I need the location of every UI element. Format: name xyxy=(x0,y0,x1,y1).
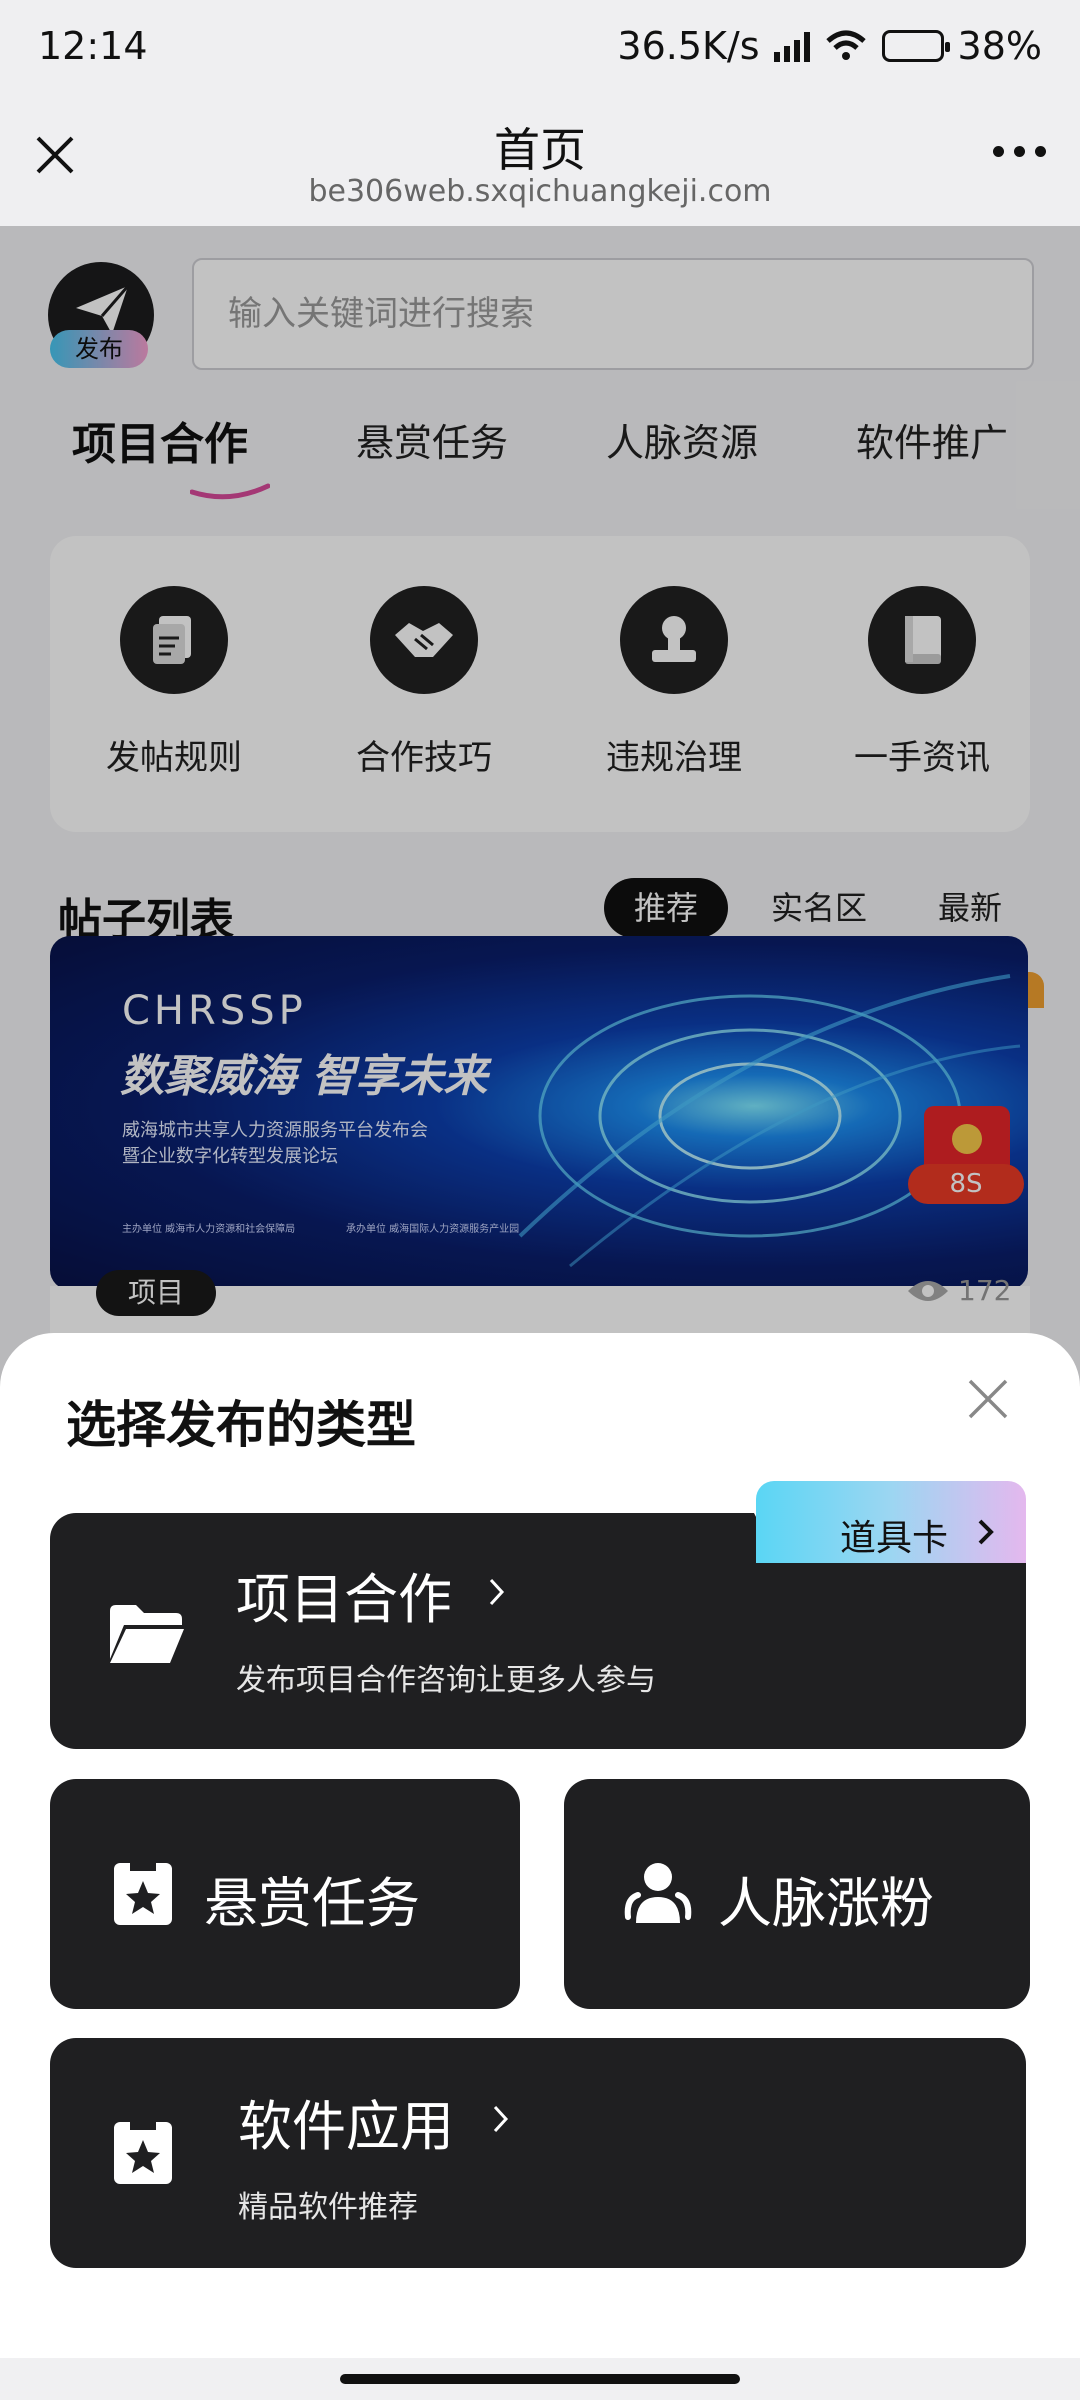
software-option-desc: 精品软件推荐 xyxy=(238,2190,418,2225)
reward-option-title: 悬赏任务 xyxy=(204,1872,420,1935)
star-card-icon xyxy=(114,2120,172,2184)
reward-task-option[interactable]: 悬赏任务 xyxy=(50,1779,520,2009)
network-option-title: 人脉涨粉 xyxy=(718,1872,934,1935)
page-title: 首页 xyxy=(494,123,586,177)
home-indicator[interactable] xyxy=(340,2374,740,2384)
sheet-title: 选择发布的类型 xyxy=(66,1396,416,1454)
software-option-title: 软件应用 xyxy=(238,2095,454,2158)
close-icon[interactable] xyxy=(964,1375,1012,1423)
signal-icon xyxy=(773,30,810,62)
status-indicators: 36.5K/s 38% xyxy=(617,24,1042,68)
network-speed: 36.5K/s xyxy=(617,24,760,68)
battery-percent: 38% xyxy=(957,24,1042,68)
status-bar: 12:14 36.5K/s 38% xyxy=(0,0,1080,92)
chevron-right-icon xyxy=(978,1519,994,1545)
folder-icon xyxy=(110,1605,184,1663)
software-app-option[interactable]: 软件应用 精品软件推荐 xyxy=(50,2038,1026,2268)
users-icon xyxy=(624,1863,692,1923)
wifi-icon xyxy=(825,30,866,60)
network-growth-option[interactable]: 人脉涨粉 xyxy=(564,1779,1030,2009)
star-card-icon xyxy=(114,1861,172,1925)
chevron-right-icon xyxy=(493,2105,509,2133)
status-time: 12:14 xyxy=(38,24,148,68)
more-options-icon[interactable] xyxy=(993,146,1046,157)
publish-type-sheet: 选择发布的类型 道具卡 项目合作 发布项目合作咨询让更多人参与 悬赏任务 人脉涨… xyxy=(0,1333,1080,2400)
project-option-title: 项目合作 xyxy=(236,1568,452,1631)
battery-icon xyxy=(881,30,950,62)
prop-card-label: 道具卡 xyxy=(840,1518,949,1559)
project-option-desc: 发布项目合作咨询让更多人参与 xyxy=(236,1663,656,1698)
browser-header: 首页 be306web.sxqichuangkeji.com xyxy=(0,92,1080,226)
chevron-right-icon xyxy=(489,1578,505,1606)
page-url: be306web.sxqichuangkeji.com xyxy=(308,174,772,209)
